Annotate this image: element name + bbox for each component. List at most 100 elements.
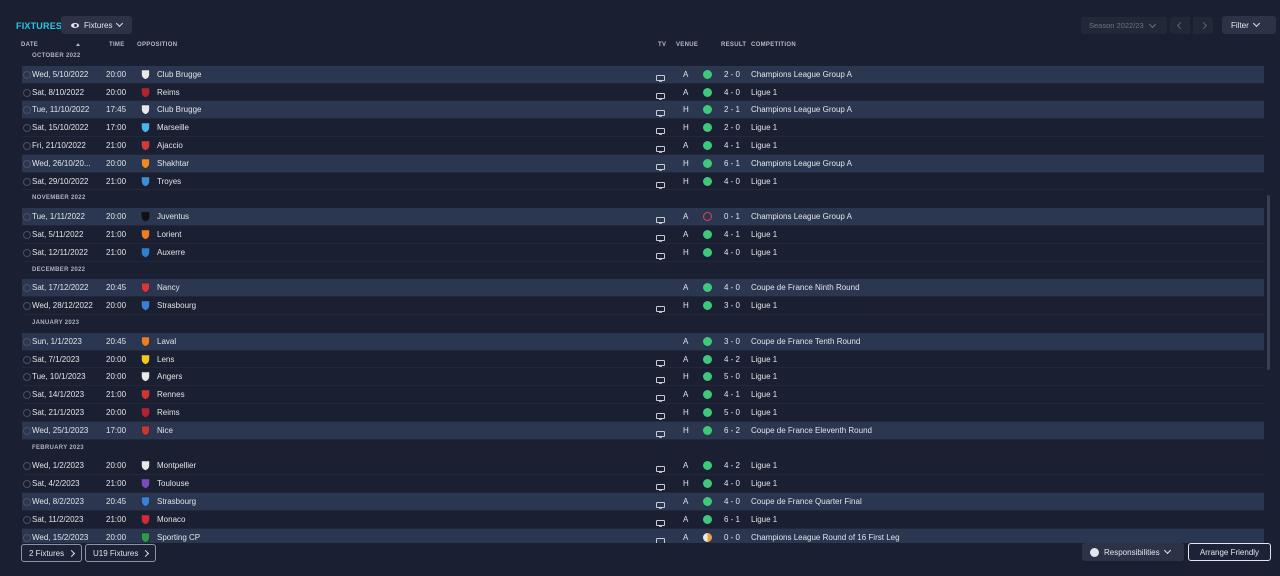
competition[interactable]: Coupe de France Ninth Round	[751, 279, 860, 296]
result[interactable]: 6 - 1	[724, 511, 740, 528]
fixture-row[interactable]: Sun, 1/1/2023 20:45 Laval A 3 - 0 Coupe de Fr…	[22, 332, 1264, 351]
competition[interactable]: Coupe de France Tenth Round	[751, 333, 860, 350]
fixture-row[interactable]: Fri, 21/10/2022 21:00 Ajaccio A 4 - 1 Ligue 1	[22, 137, 1264, 155]
competition[interactable]: Ligue 1	[751, 511, 777, 528]
result[interactable]: 4 - 1	[724, 137, 740, 154]
result[interactable]: 5 - 0	[724, 368, 740, 385]
result[interactable]: 4 - 0	[724, 244, 740, 261]
result[interactable]: 6 - 1	[724, 155, 740, 172]
next-season-button[interactable]	[1193, 17, 1213, 34]
competition[interactable]: Ligue 1	[751, 386, 777, 403]
u19-fixtures-link-button[interactable]: U19 Fixtures	[85, 544, 157, 562]
opponent-name[interactable]: Laval	[157, 333, 176, 350]
fixture-row[interactable]: Wed, 1/2/2023 20:00 Montpellier A 4 - 2 Ligue…	[22, 457, 1264, 476]
fixture-row[interactable]: Wed, 8/2/2023 20:45 Strasbourg A 4 - 0 Coupe …	[22, 492, 1264, 511]
competition[interactable]: Ligue 1	[751, 368, 777, 385]
result[interactable]: 6 - 2	[724, 422, 740, 439]
fixture-row[interactable]: Sat, 14/1/2023 21:00 Rennes A 4 - 1 Ligue 1	[22, 386, 1264, 404]
result[interactable]: 4 - 2	[724, 351, 740, 368]
fixture-row[interactable]: Sat, 29/10/2022 21:00 Troyes H 4 - 0 Ligue 1	[22, 173, 1264, 191]
fixture-row[interactable]: Wed, 15/2/2023 20:00 Sporting CP A 0 - 0 Cham…	[22, 528, 1264, 543]
opponent-name[interactable]: Monaco	[157, 511, 185, 528]
fixture-row[interactable]: Sat, 11/2/2023 21:00 Monaco A 6 - 1 Ligue 1	[22, 511, 1264, 529]
opponent-name[interactable]: Angers	[157, 368, 182, 385]
competition[interactable]: Ligue 1	[751, 475, 777, 492]
opponent-name[interactable]: Reims	[157, 84, 180, 101]
fixture-row[interactable]: Tue, 11/10/2022 17:45 Club Brugge H 2 - 1 Cha…	[22, 101, 1264, 120]
responsibilities-button[interactable]: Responsibilities	[1082, 543, 1184, 561]
opponent-name[interactable]: Toulouse	[157, 475, 189, 492]
opponent-name[interactable]: Nancy	[157, 279, 180, 296]
result[interactable]: 4 - 0	[724, 173, 740, 190]
fixture-row[interactable]: Sat, 12/11/2022 21:00 Auxerre H 4 - 0 Ligue 1	[22, 244, 1264, 262]
fixture-row[interactable]: Wed, 25/1/2023 17:00 Nice H 6 - 2 Coupe de Fr…	[22, 421, 1264, 440]
result[interactable]: 2 - 0	[724, 66, 740, 83]
fixture-row[interactable]: Sat, 21/1/2023 20:00 Reims H 5 - 0 Ligue 1	[22, 404, 1264, 422]
opponent-name[interactable]: Strasbourg	[157, 493, 196, 510]
opponent-name[interactable]: Troyes	[157, 173, 181, 190]
opponent-name[interactable]: Shakhtar	[157, 155, 189, 172]
competition[interactable]: Coupe de France Quarter Final	[751, 493, 862, 510]
filter-button[interactable]: Filter	[1222, 16, 1276, 34]
opponent-name[interactable]: Rennes	[157, 386, 185, 403]
fixtures-link-button[interactable]: 2 Fixtures	[21, 544, 83, 562]
competition[interactable]: Ligue 1	[751, 297, 777, 314]
result[interactable]: 2 - 0	[724, 119, 740, 136]
fixture-row[interactable]: Sat, 15/10/2022 17:00 Marseille H 2 - 0 Ligue…	[22, 119, 1264, 137]
opponent-name[interactable]: Juventus	[157, 208, 189, 225]
previous-season-button[interactable]	[1170, 17, 1190, 34]
fixture-row[interactable]: Wed, 28/12/2022 20:00 Strasbourg H 3 - 0 Ligu…	[22, 297, 1264, 315]
competition[interactable]: Ligue 1	[751, 404, 777, 421]
competition[interactable]: Ligue 1	[751, 244, 777, 261]
competition[interactable]: Champions League Group A	[751, 101, 852, 118]
opponent-name[interactable]: Nice	[157, 422, 173, 439]
result[interactable]: 5 - 0	[724, 404, 740, 421]
result[interactable]: 3 - 0	[724, 333, 740, 350]
view-dropdown[interactable]: Fixtures	[61, 16, 132, 34]
result[interactable]: 4 - 0	[724, 279, 740, 296]
competition[interactable]: Coupe de France Eleventh Round	[751, 422, 872, 439]
result[interactable]: 2 - 1	[724, 101, 740, 118]
opponent-name[interactable]: Club Brugge	[157, 66, 201, 83]
fixture-row[interactable]: Sat, 17/12/2022 20:45 Nancy A 4 - 0 Coupe de …	[22, 279, 1264, 298]
opponent-name[interactable]: Marseille	[157, 119, 189, 136]
competition[interactable]: Champions League Group A	[751, 208, 852, 225]
fixture-row[interactable]: Tue, 1/11/2022 20:00 Juventus A 0 - 1 Champio…	[22, 208, 1264, 226]
opponent-name[interactable]: Club Brugge	[157, 101, 201, 118]
result[interactable]: 4 - 1	[724, 226, 740, 243]
season-selector[interactable]: Season 2022/23	[1081, 17, 1167, 34]
competition[interactable]: Champions League Group A	[751, 66, 852, 83]
opponent-name[interactable]: Lens	[157, 351, 174, 368]
opponent-name[interactable]: Auxerre	[157, 244, 185, 261]
opponent-name[interactable]: Reims	[157, 404, 180, 421]
result[interactable]: 4 - 0	[724, 493, 740, 510]
result[interactable]: 4 - 1	[724, 386, 740, 403]
fixture-row[interactable]: Tue, 10/1/2023 20:00 Angers H 5 - 0 Ligue 1	[22, 368, 1264, 387]
opponent-name[interactable]: Ajaccio	[157, 137, 183, 154]
result[interactable]: 4 - 0	[724, 84, 740, 101]
result[interactable]: 3 - 0	[724, 297, 740, 314]
opponent-name[interactable]: Montpellier	[157, 457, 196, 474]
competition[interactable]: Ligue 1	[751, 351, 777, 368]
fixture-row[interactable]: Sat, 4/2/2023 21:00 Toulouse H 4 - 0 Ligue 1	[22, 475, 1264, 493]
competition[interactable]: Ligue 1	[751, 173, 777, 190]
fixture-row[interactable]: Sat, 5/11/2022 21:00 Lorient A 4 - 1 Ligue 1	[22, 226, 1264, 244]
opponent-name[interactable]: Sporting CP	[157, 529, 200, 543]
fixture-row[interactable]: Wed, 26/10/20... 20:00 Shakhtar H 6 - 1 Champ…	[22, 154, 1264, 173]
scrollbar[interactable]	[1267, 195, 1270, 370]
competition[interactable]: Ligue 1	[751, 457, 777, 474]
competition[interactable]: Ligue 1	[751, 137, 777, 154]
competition[interactable]: Champions League Group A	[751, 155, 852, 172]
fixture-row[interactable]: Sat, 8/10/2022 20:00 Reims A 4 - 0 Ligue 1	[22, 84, 1264, 102]
opponent-name[interactable]: Strasbourg	[157, 297, 196, 314]
opponent-name[interactable]: Lorient	[157, 226, 181, 243]
competition[interactable]: Ligue 1	[751, 84, 777, 101]
fixture-row[interactable]: Sat, 7/1/2023 20:00 Lens A 4 - 2 Ligue 1	[22, 351, 1264, 369]
result[interactable]: 0 - 1	[724, 208, 740, 225]
result[interactable]: 4 - 0	[724, 475, 740, 492]
arrange-friendly-button[interactable]: Arrange Friendly	[1188, 543, 1271, 561]
competition[interactable]: Ligue 1	[751, 226, 777, 243]
fixture-row[interactable]: Wed, 5/10/2022 20:00 Club Brugge A 2 - 0 Cham…	[22, 65, 1264, 84]
competition[interactable]: Ligue 1	[751, 119, 777, 136]
competition[interactable]: Champions League Round of 16 First Leg	[751, 529, 900, 543]
